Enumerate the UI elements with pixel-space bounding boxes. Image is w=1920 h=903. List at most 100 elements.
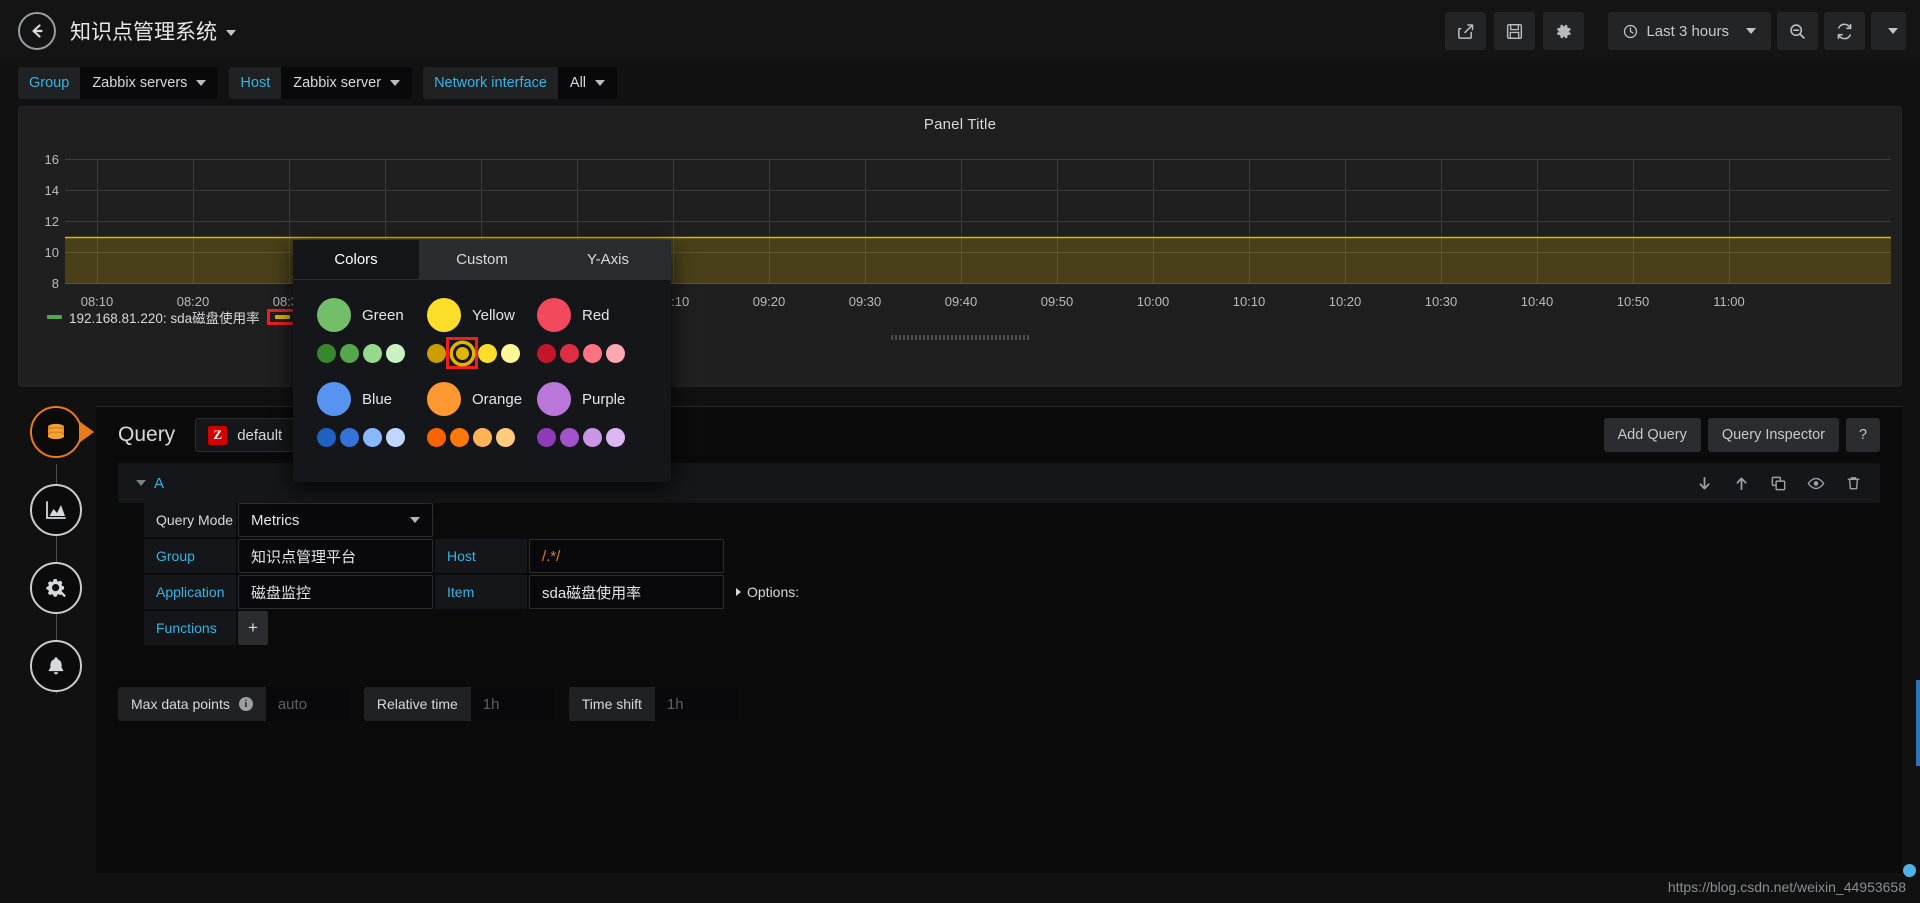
application-input[interactable]: 磁盘监控 bbox=[238, 575, 433, 609]
palette-red-main-swatch[interactable] bbox=[537, 298, 571, 332]
palette-orange-shade-2[interactable] bbox=[473, 427, 492, 447]
palette-red-shade-3[interactable] bbox=[606, 343, 625, 363]
palette-purple-main-swatch[interactable] bbox=[537, 382, 571, 416]
max-data-points-input[interactable]: auto bbox=[265, 687, 350, 721]
help-button[interactable]: ? bbox=[1846, 418, 1880, 452]
dashboard-title[interactable]: 知识点管理系统 bbox=[70, 16, 236, 46]
palette-yellow-shade-0[interactable] bbox=[427, 343, 446, 363]
palette-purple-shade-2[interactable] bbox=[583, 427, 602, 447]
back-button[interactable] bbox=[18, 12, 56, 50]
palette-blue-shade-3[interactable] bbox=[386, 427, 405, 447]
palette-red-shade-1[interactable] bbox=[560, 343, 579, 363]
group-input[interactable]: 知识点管理平台 bbox=[238, 539, 433, 573]
toggle-query-visibility-icon[interactable] bbox=[1807, 475, 1825, 492]
group-label[interactable]: Group bbox=[144, 539, 236, 573]
zoom-out-button[interactable] bbox=[1777, 12, 1818, 50]
query-options-bar: Max data points i auto Relative time 1h … bbox=[118, 687, 1880, 721]
delete-query-icon[interactable] bbox=[1845, 475, 1862, 492]
sidebar-item-alert[interactable] bbox=[30, 640, 82, 692]
palette-green-shade-2[interactable] bbox=[363, 343, 382, 363]
query-mode-select[interactable]: Metrics bbox=[238, 503, 433, 537]
variable-group-select[interactable]: Zabbix servers bbox=[80, 67, 219, 99]
relative-time-input[interactable]: 1h bbox=[470, 687, 555, 721]
options-toggle[interactable]: Options: bbox=[736, 575, 799, 609]
legend-color-swatch[interactable] bbox=[47, 315, 62, 319]
palette-green-label: Green bbox=[362, 306, 404, 324]
palette-blue-label: Blue bbox=[362, 390, 393, 408]
palette-purple-shade-3[interactable] bbox=[606, 427, 625, 447]
palette-blue-shade-1[interactable] bbox=[340, 427, 359, 447]
palette-orange-shade-1[interactable] bbox=[450, 427, 469, 447]
time-shift-input[interactable]: 1h bbox=[654, 687, 739, 721]
palette-red-shade-2[interactable] bbox=[583, 343, 602, 363]
save-dashboard-button[interactable] bbox=[1494, 12, 1536, 50]
add-function-button[interactable]: + bbox=[238, 611, 268, 645]
palette-orange-main-swatch[interactable] bbox=[427, 382, 461, 416]
legend-color-swatch-selected[interactable] bbox=[274, 315, 290, 319]
palette-purple-shade-0[interactable] bbox=[537, 427, 556, 447]
variable-network-interface-select[interactable]: All bbox=[557, 67, 618, 99]
query-row-actions bbox=[1696, 475, 1862, 492]
functions-label[interactable]: Functions bbox=[144, 611, 236, 645]
chevron-down-icon[interactable] bbox=[136, 480, 146, 486]
series-color-picker-popover: Colors Custom Y-Axis Green Yellow Red Bl… bbox=[293, 240, 671, 482]
time-range-picker[interactable]: Last 3 hours bbox=[1608, 12, 1771, 50]
arrow-down-icon bbox=[1699, 476, 1710, 489]
item-value: sda磁盘使用率 bbox=[542, 584, 642, 602]
item-input[interactable]: sda磁盘使用率 bbox=[529, 575, 724, 609]
sidebar-item-visualization[interactable] bbox=[30, 484, 82, 536]
dashboard-settings-button[interactable] bbox=[1543, 12, 1585, 50]
chevron-down-icon bbox=[226, 30, 236, 37]
editor-title: Query bbox=[118, 423, 176, 446]
palette-yellow-main-swatch[interactable] bbox=[427, 298, 461, 332]
palette-purple-shade-1[interactable] bbox=[560, 427, 579, 447]
max-data-points-label: Max data points bbox=[131, 696, 230, 712]
panel-resize-handle[interactable] bbox=[891, 335, 1031, 340]
refresh-button[interactable] bbox=[1824, 12, 1865, 50]
variable-host-label: Host bbox=[229, 67, 282, 99]
duplicate-query-icon[interactable] bbox=[1770, 475, 1787, 492]
palette-green-shade-3[interactable] bbox=[386, 343, 405, 363]
palette-orange-shade-0[interactable] bbox=[427, 427, 446, 447]
tab-y-axis[interactable]: Y-Axis bbox=[545, 240, 671, 280]
palette-green-shade-1[interactable] bbox=[340, 343, 359, 363]
tab-colors[interactable]: Colors bbox=[293, 240, 419, 280]
refresh-interval-dropdown[interactable] bbox=[1871, 12, 1906, 50]
palette-yellow-shade-2[interactable] bbox=[478, 343, 497, 363]
chevron-down-icon bbox=[410, 517, 420, 523]
item-label[interactable]: Item bbox=[435, 575, 527, 609]
application-label[interactable]: Application bbox=[144, 575, 236, 609]
palette-blue-shade-2[interactable] bbox=[363, 427, 382, 447]
palette-purple-label: Purple bbox=[582, 390, 626, 408]
svg-text:16: 16 bbox=[45, 152, 59, 167]
options-label: Options: bbox=[747, 584, 800, 600]
move-query-up-icon[interactable] bbox=[1733, 475, 1750, 492]
add-query-button[interactable]: Add Query bbox=[1603, 418, 1701, 452]
datasource-name: default bbox=[237, 426, 283, 444]
host-input[interactable]: /.*/ bbox=[529, 539, 724, 573]
info-icon[interactable]: i bbox=[238, 697, 253, 711]
palette-yellow-shade-3[interactable] bbox=[501, 343, 520, 363]
query-inspector-button[interactable]: Query Inspector bbox=[1707, 418, 1839, 452]
share-dashboard-button[interactable] bbox=[1445, 12, 1487, 50]
palette-orange-shade-3[interactable] bbox=[496, 427, 515, 447]
palette-blue-shade-0[interactable] bbox=[317, 427, 336, 447]
palette-red-shade-0[interactable] bbox=[537, 343, 556, 363]
color-palette-grid: Green Yellow Red Blue Orange Purple bbox=[317, 298, 647, 452]
sidebar-item-queries[interactable] bbox=[30, 406, 82, 458]
variable-host-select[interactable]: Zabbix server bbox=[281, 67, 413, 99]
query-row-letter[interactable]: A bbox=[154, 475, 164, 492]
legend-item[interactable]: 192.168.81.220: sda磁盘使用率 bbox=[47, 307, 260, 327]
palette-yellow-shade-1-selected[interactable] bbox=[452, 343, 472, 363]
tab-custom[interactable]: Custom bbox=[419, 240, 545, 280]
palette-green-main-swatch[interactable] bbox=[317, 298, 351, 332]
host-label[interactable]: Host bbox=[435, 539, 527, 573]
palette-blue-main-swatch[interactable] bbox=[317, 382, 351, 416]
copy-icon bbox=[1771, 476, 1786, 490]
palette-green-shade-0[interactable] bbox=[317, 343, 336, 363]
sidebar-item-general[interactable] bbox=[30, 562, 82, 614]
scrollbar-thumb[interactable] bbox=[1916, 680, 1920, 766]
clock-icon bbox=[1624, 24, 1638, 38]
watermark-dot bbox=[1903, 864, 1916, 877]
move-query-down-icon[interactable] bbox=[1696, 475, 1713, 492]
